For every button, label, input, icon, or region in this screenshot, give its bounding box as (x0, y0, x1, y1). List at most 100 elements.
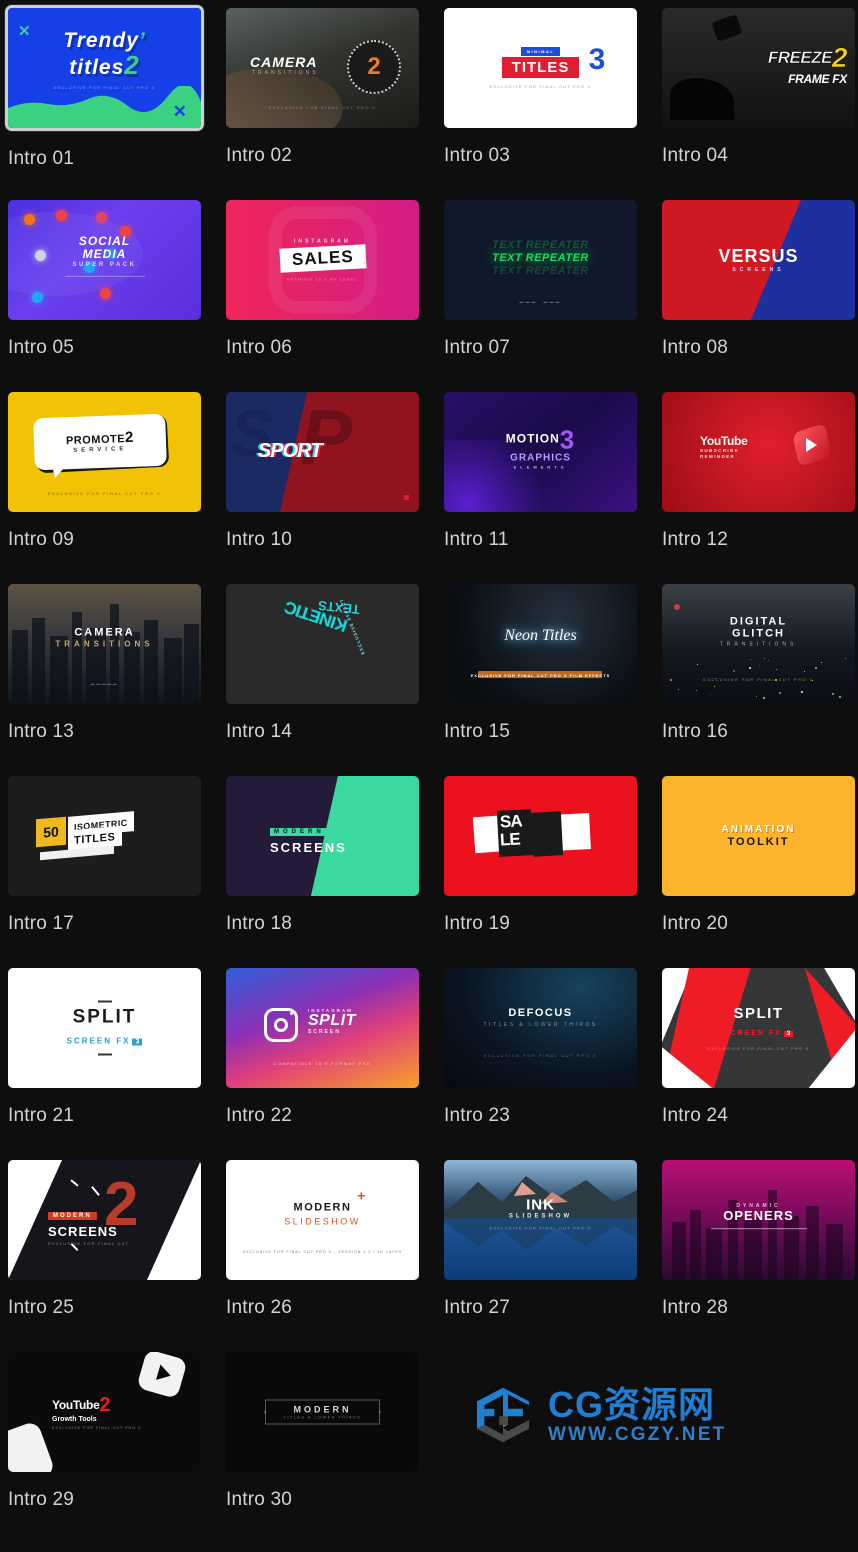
gallery-item[interactable]: INK SLIDESHOW EXCLUSIVE FOR FINAL CUT PR… (444, 1160, 643, 1352)
gallery-item[interactable]: MINIMAL TITLES 3 EXCLUSIVE FOR FINAL CUT… (444, 8, 643, 200)
thumbnail-artwork: CAMERA TRANSITIONS 2 EXCLUSIVE FOR FINAL… (226, 8, 419, 128)
gallery-item[interactable]: SPLIT SCREEN FX 3 Intro 21 (8, 968, 207, 1160)
thumbnail-social-media-pack[interactable]: SOCIAL MEDIA SUPER PACK (8, 200, 201, 320)
thumbnail-digital-glitch[interactable]: DIGITAL GLITCH TRANSITIONS EXCLUSIVE FOR… (662, 584, 855, 704)
gallery-item[interactable]: 2 MODERN SCREENS EXCLUSIVE FOR FINAL CUT… (8, 1160, 207, 1352)
gallery-item-label: Intro 03 (444, 145, 643, 167)
thumbnail-split-screen-fx-3[interactable]: SPLIT SCREEN FX 3 (8, 968, 201, 1088)
thumbnail-ink-slideshow[interactable]: INK SLIDESHOW EXCLUSIVE FOR FINAL CUT PR… (444, 1160, 637, 1280)
thumbnail-artwork: SOCIAL MEDIA SUPER PACK (8, 200, 201, 320)
gallery-item[interactable]: SPLIT SCREEN FX 3 EXCLUSIVE FOR FINAL CUT… (662, 968, 858, 1160)
gallery-item[interactable]: MODERN TITLES & LOWER THIRDS › ‹ Intro 30 (226, 1352, 425, 1544)
thumbnail-modern-slideshow[interactable]: MODERN + SLIDESHOW EXCLUSIVE FOR FINAL C… (226, 1160, 419, 1280)
gallery-item-label: Intro 08 (662, 337, 858, 359)
gallery-item-label: Intro 20 (662, 913, 858, 935)
thumbnail-promote-service-2[interactable]: PROMOTE2 SERVICE EXCLUSIVE FOR FINAL CUT… (8, 392, 201, 512)
gallery-item[interactable]: KINETIC TEXTS EXCLUSIVE EFFECT Intro 14 (226, 584, 425, 776)
gallery-item[interactable]: Neon Titles EXCLUSIVE FOR FINAL CUT PRO … (444, 584, 643, 776)
thumbnail-artwork: CAMERA TRANSITIONS ▬▬▬▬▬ (8, 584, 201, 704)
gallery-item[interactable]: DEFOCUS TITLES & LOWER THIRDS EXCLUSIVE … (444, 968, 643, 1160)
thumbnail-gallery[interactable]: ✕ ✕ Trendy’ titles2 EXCLUSIVE FOR FINAL … (0, 0, 858, 1552)
thumbnail-artwork: MODERN SCREENS (226, 776, 419, 896)
gallery-item-label: Intro 24 (662, 1105, 858, 1127)
gallery-item[interactable]: FREEZE2 FRAME FX Intro 04 (662, 8, 858, 200)
thumbnail-artwork: INK SLIDESHOW EXCLUSIVE FOR FINAL CUT PR… (444, 1160, 637, 1280)
thumbnail-artwork: MODERN + SLIDESHOW EXCLUSIVE FOR FINAL C… (226, 1160, 419, 1280)
thumbnail-camera-transitions-2[interactable]: CAMERA TRANSITIONS 2 EXCLUSIVE FOR FINAL… (226, 8, 419, 128)
thumbnail-freeze-frame-fx-2[interactable]: FREEZE2 FRAME FX (662, 8, 855, 128)
gallery-item[interactable]: YouTube2 Growth Tools EXCLUSIVE FOR FINA… (8, 1352, 207, 1544)
thumbnail-sport-glitch[interactable]: S P SPORT (226, 392, 419, 512)
thumbnail-text-repeater[interactable]: TEXT REPEATER TEXT REPEATER TEXT REPEATE… (444, 200, 637, 320)
gallery-item[interactable]: INSTAGRAM SALES FASHION 16:9 4K LEVEL In… (226, 200, 425, 392)
thumbnail-artwork: DYNAMIC OPENERS (662, 1160, 855, 1280)
thumbnail-artwork: DEFOCUS TITLES & LOWER THIRDS EXCLUSIVE … (444, 968, 637, 1088)
thumbnail-trendy-titles[interactable]: ✕ ✕ Trendy’ titles2 EXCLUSIVE FOR FINAL … (5, 5, 204, 131)
thumbnail-defocus-titles[interactable]: DEFOCUS TITLES & LOWER THIRDS EXCLUSIVE … (444, 968, 637, 1088)
thumbnail-artwork: ✕ ✕ Trendy’ titles2 EXCLUSIVE FOR FINAL … (8, 8, 201, 128)
gallery-item[interactable]: DYNAMIC OPENERS Intro 28 (662, 1160, 858, 1352)
gallery-item-label: Intro 01 (8, 148, 207, 170)
thumbnail-isometric-titles[interactable]: 50 ISOMETRIC TITLES (8, 776, 201, 896)
gallery-item-label: Intro 22 (226, 1105, 425, 1127)
gallery-item-label: Intro 28 (662, 1297, 858, 1319)
gallery-item-label: Intro 16 (662, 721, 858, 743)
gallery-item-label: Intro 19 (444, 913, 643, 935)
gallery-item[interactable]: DIGITAL GLITCH TRANSITIONS EXCLUSIVE FOR… (662, 584, 858, 776)
gallery-item[interactable]: YouTube SUBSCRIBE REMINDER Intro 12 (662, 392, 858, 584)
gallery-item-label: Intro 26 (226, 1297, 425, 1319)
thumbnail-camera-transitions-city[interactable]: CAMERA TRANSITIONS ▬▬▬▬▬ (8, 584, 201, 704)
thumbnail-artwork: MODERN TITLES & LOWER THIRDS › ‹ (226, 1352, 419, 1472)
thumbnail-artwork: TEXT REPEATER TEXT REPEATER TEXT REPEATE… (444, 200, 637, 320)
gallery-item-label: Intro 17 (8, 913, 207, 935)
thumbnail-split-screen-fx-red[interactable]: SPLIT SCREEN FX 3 EXCLUSIVE FOR FINAL CUT… (662, 968, 855, 1088)
thumbnail-artwork: VERSUS SCREENS (662, 200, 855, 320)
gallery-item-label: Intro 05 (8, 337, 207, 359)
gallery-item-label: Intro 09 (8, 529, 207, 551)
gallery-item-label: Intro 27 (444, 1297, 643, 1319)
thumbnail-artwork: SPLIT SCREEN FX 3 (8, 968, 201, 1088)
gallery-item[interactable]: S P SPORT Intro 10 (226, 392, 425, 584)
thumbnail-kinetic-texts[interactable]: KINETIC TEXTS EXCLUSIVE EFFECT (226, 584, 419, 704)
thumbnail-instagram-sales[interactable]: INSTAGRAM SALES FASHION 16:9 4K LEVEL (226, 200, 419, 320)
gallery-item[interactable]: MODERN SCREENS Intro 18 (226, 776, 425, 968)
thumbnail-artwork: SPLIT SCREEN FX 3 EXCLUSIVE FOR FINAL CUT… (662, 968, 855, 1088)
gallery-item[interactable]: SA LE Intro 19 (444, 776, 643, 968)
thumbnail-minimal-titles-3[interactable]: MINIMAL TITLES 3 EXCLUSIVE FOR FINAL CUT… (444, 8, 637, 128)
thumbnail-artwork: SA LE (444, 776, 637, 896)
gallery-item[interactable]: 50 ISOMETRIC TITLES Intro 17 (8, 776, 207, 968)
gallery-item[interactable]: VERSUS SCREENS Intro 08 (662, 200, 858, 392)
thumbnail-youtube-subscribe[interactable]: YouTube SUBSCRIBE REMINDER (662, 392, 855, 512)
thumbnail-neon-titles[interactable]: Neon Titles EXCLUSIVE FOR FINAL CUT PRO … (444, 584, 637, 704)
thumbnail-artwork: PROMOTE2 SERVICE EXCLUSIVE FOR FINAL CUT… (8, 392, 201, 512)
thumbnail-artwork: DIGITAL GLITCH TRANSITIONS EXCLUSIVE FOR… (662, 584, 855, 704)
thumbnail-youtube-growth-tools-2[interactable]: YouTube2 Growth Tools EXCLUSIVE FOR FINA… (8, 1352, 201, 1472)
thumbnail-modern-screens-2[interactable]: 2 MODERN SCREENS EXCLUSIVE FOR FINAL CUT (8, 1160, 201, 1280)
gallery-item[interactable]: ✕ ✕ Trendy’ titles2 EXCLUSIVE FOR FINAL … (8, 8, 207, 200)
gallery-item[interactable]: TEXT REPEATER TEXT REPEATER TEXT REPEATE… (444, 200, 643, 392)
thumbnail-sale-blocks[interactable]: SA LE (444, 776, 637, 896)
gallery-item[interactable]: ANIMATION TOOLKIT Intro 20 (662, 776, 858, 968)
gallery-item-label: Intro 25 (8, 1297, 207, 1319)
gallery-item-label: Intro 18 (226, 913, 425, 935)
thumbnail-dynamic-openers[interactable]: DYNAMIC OPENERS (662, 1160, 855, 1280)
thumbnail-modern-screens[interactable]: MODERN SCREENS (226, 776, 419, 896)
gallery-item[interactable]: SOCIAL MEDIA SUPER PACK Intro 05 (8, 200, 207, 392)
gallery-item-label: Intro 07 (444, 337, 643, 359)
thumbnail-modern-titles-lower[interactable]: MODERN TITLES & LOWER THIRDS › ‹ (226, 1352, 419, 1472)
thumbnail-artwork: FREEZE2 FRAME FX (662, 8, 855, 128)
gallery-item[interactable]: INSTAGRAM SPLIT SCREEN COMPATIBLE 16:9 F… (226, 968, 425, 1160)
thumbnail-artwork: INSTAGRAM SALES FASHION 16:9 4K LEVEL (226, 200, 419, 320)
thumbnail-artwork: ANIMATION TOOLKIT (662, 776, 855, 896)
gallery-item[interactable]: MOTION3 GRAPHICS ELEMENTS Intro 11 (444, 392, 643, 584)
gallery-item[interactable]: CAMERA TRANSITIONS 2 EXCLUSIVE FOR FINAL… (226, 8, 425, 200)
gallery-item[interactable]: PROMOTE2 SERVICE EXCLUSIVE FOR FINAL CUT… (8, 392, 207, 584)
gallery-item[interactable]: MODERN + SLIDESHOW EXCLUSIVE FOR FINAL C… (226, 1160, 425, 1352)
thumbnail-artwork: 50 ISOMETRIC TITLES (8, 776, 201, 896)
thumbnail-instagram-split-screen[interactable]: INSTAGRAM SPLIT SCREEN COMPATIBLE 16:9 F… (226, 968, 419, 1088)
thumbnail-versus-screens[interactable]: VERSUS SCREENS (662, 200, 855, 320)
thumbnail-motion-graphics-3[interactable]: MOTION3 GRAPHICS ELEMENTS (444, 392, 637, 512)
gallery-item-label: Intro 30 (226, 1489, 425, 1511)
thumbnail-animation-toolkit[interactable]: ANIMATION TOOLKIT (662, 776, 855, 896)
gallery-item[interactable]: CAMERA TRANSITIONS ▬▬▬▬▬ Intro 13 (8, 584, 207, 776)
